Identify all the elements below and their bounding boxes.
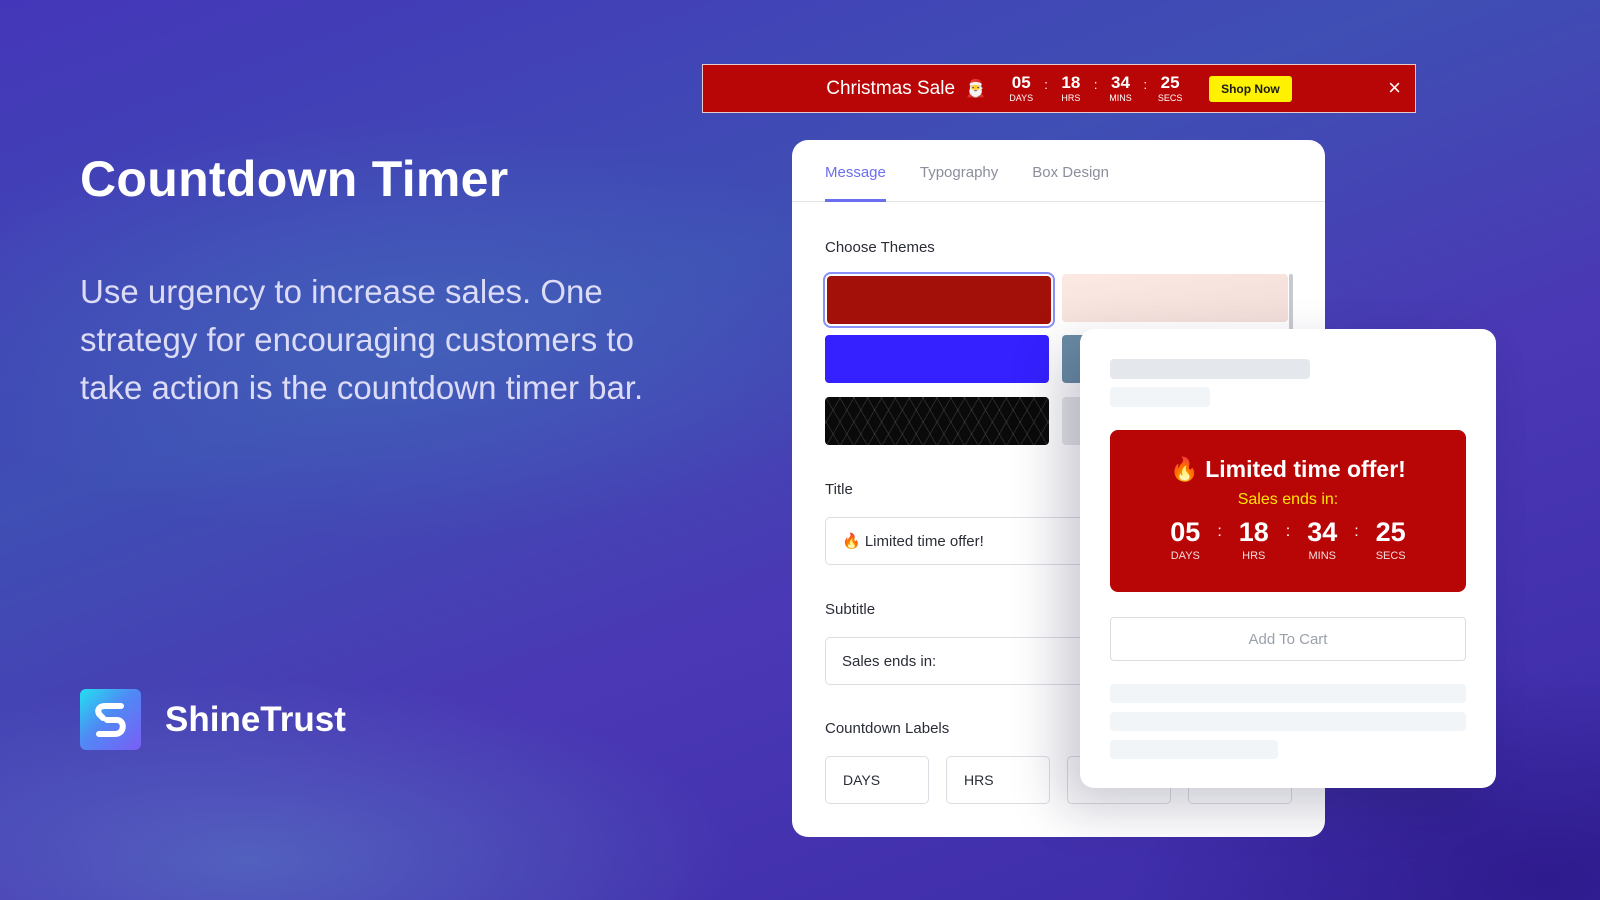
theme-red[interactable] bbox=[823, 272, 1055, 328]
banner-hours: 18 HRS bbox=[1056, 74, 1086, 104]
hours-value: 18 bbox=[1238, 517, 1269, 547]
countdown-timer: 05 DAYS : 18 HRS : 34 MINS : 25 SECS bbox=[1110, 517, 1466, 562]
timer-seconds: 25 SECS bbox=[1369, 517, 1413, 562]
santa-emoji-icon: 🎅 bbox=[965, 78, 987, 98]
banner-seconds: 25 SECS bbox=[1155, 74, 1185, 104]
hours-value: 18 bbox=[1061, 72, 1081, 92]
timer-hours: 18 HRS bbox=[1232, 517, 1276, 562]
minutes-value: 34 bbox=[1307, 517, 1338, 547]
preview-card: 🔥 Limited time offer! Sales ends in: 05 … bbox=[1080, 329, 1496, 788]
tab-message[interactable]: Message bbox=[825, 140, 886, 202]
shinetrust-logo-icon bbox=[80, 689, 141, 750]
theme-blue[interactable] bbox=[825, 335, 1049, 383]
hero-title: Countdown Timer bbox=[80, 151, 509, 207]
days-label: DAYS bbox=[1009, 92, 1034, 103]
title-label: Title bbox=[825, 481, 853, 498]
skeleton-line bbox=[1110, 740, 1278, 759]
timer-minutes: 34 MINS bbox=[1300, 517, 1344, 562]
tab-typography[interactable]: Typography bbox=[920, 140, 998, 201]
days-value: 05 bbox=[1170, 517, 1201, 547]
timer-days: 05 DAYS bbox=[1163, 517, 1207, 562]
seconds-label: SECS bbox=[1157, 92, 1183, 103]
separator: : bbox=[1143, 77, 1148, 92]
separator: : bbox=[1044, 77, 1048, 92]
seconds-value: 25 bbox=[1160, 72, 1180, 92]
minutes-label: MINS bbox=[1109, 92, 1132, 103]
minutes-label: MINS bbox=[1308, 550, 1336, 562]
close-icon[interactable]: × bbox=[1388, 77, 1401, 99]
add-to-cart-button[interactable]: Add To Cart bbox=[1110, 617, 1466, 661]
countdown-banner: Christmas Sale 🎅 05 DAYS : 18 HRS : 34 M… bbox=[702, 64, 1416, 113]
hours-label: HRS bbox=[1061, 92, 1081, 103]
offer-subtitle: Sales ends in: bbox=[1237, 491, 1339, 508]
seconds-value: 25 bbox=[1375, 517, 1406, 547]
tab-box-design[interactable]: Box Design bbox=[1032, 140, 1109, 201]
skeleton-line bbox=[1110, 684, 1466, 703]
banner-days: 05 DAYS bbox=[1006, 74, 1036, 104]
countdown-box: 🔥 Limited time offer! Sales ends in: 05 … bbox=[1110, 430, 1466, 592]
seconds-label: SECS bbox=[1375, 550, 1406, 562]
shop-now-button[interactable]: Shop Now bbox=[1209, 75, 1292, 102]
separator: : bbox=[1285, 523, 1291, 540]
days-label: DAYS bbox=[1170, 550, 1200, 562]
separator: : bbox=[1217, 523, 1222, 540]
choose-themes-label: Choose Themes bbox=[825, 239, 935, 256]
offer-title: 🔥 Limited time offer! bbox=[1170, 456, 1406, 482]
countdown-labels-label: Countdown Labels bbox=[825, 720, 950, 737]
hours-label-input[interactable]: HRS bbox=[946, 756, 1050, 804]
hero-description: Use urgency to increase sales. One strat… bbox=[80, 273, 644, 406]
skeleton-line bbox=[1110, 712, 1466, 731]
banner-title: Christmas Sale bbox=[826, 77, 956, 99]
minutes-value: 34 bbox=[1111, 72, 1130, 92]
separator: : bbox=[1093, 77, 1098, 92]
subtitle-label: Subtitle bbox=[825, 601, 876, 618]
settings-tabs: Message Typography Box Design bbox=[792, 140, 1325, 202]
separator: : bbox=[1354, 523, 1359, 540]
skeleton-title bbox=[1110, 359, 1310, 379]
brand: ShineTrust bbox=[80, 689, 346, 750]
days-label-input[interactable]: DAYS bbox=[825, 756, 929, 804]
skeleton-price bbox=[1110, 387, 1210, 407]
hours-label: HRS bbox=[1242, 550, 1266, 562]
theme-black-pattern[interactable] bbox=[825, 397, 1049, 445]
banner-minutes: 34 MINS bbox=[1105, 74, 1135, 104]
theme-blush[interactable] bbox=[1062, 274, 1288, 322]
days-value: 05 bbox=[1011, 72, 1031, 92]
brand-name: ShineTrust bbox=[165, 699, 346, 739]
